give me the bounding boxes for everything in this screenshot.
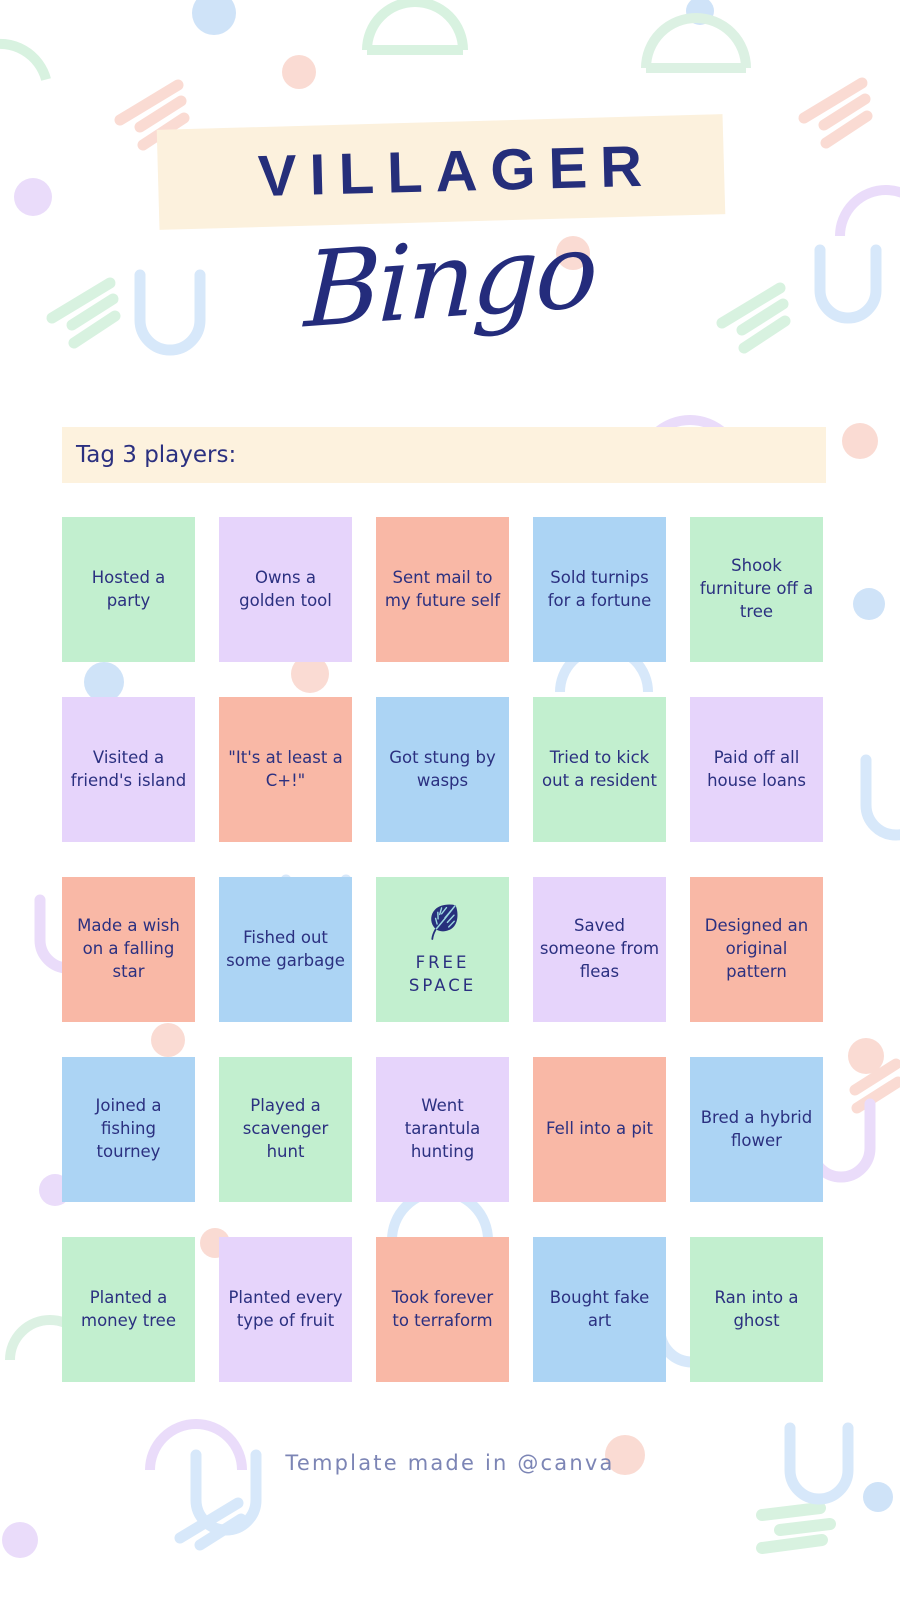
bingo-cell[interactable]: Played a scavenger hunt: [219, 1057, 352, 1202]
bingo-cell[interactable]: Saved someone from fleas: [533, 877, 666, 1022]
bingo-cell-label: Took forever to terraform: [391, 1287, 494, 1330]
bingo-cell-label: Shook furniture off a tree: [699, 556, 814, 621]
bingo-cell-label: Planted every type of fruit: [228, 1287, 343, 1330]
bingo-card-page: VILLAGER Bingo Tag 3 players: Hosted a p…: [0, 0, 900, 1600]
bingo-cell-label: Ran into a ghost: [714, 1287, 799, 1330]
bingo-cell-label: Bred a hybrid flower: [700, 1107, 813, 1150]
footer-credit: Template made in @canva: [285, 1451, 615, 1475]
bingo-cell-label: Made a wish on a falling star: [77, 916, 180, 981]
bingo-cell[interactable]: Bought fake art: [533, 1237, 666, 1382]
bingo-cell-label: Visited a friend's island: [70, 747, 187, 790]
bingo-cell-label: Sent mail to my future self: [384, 567, 501, 610]
bingo-cell-label: Hosted a party: [91, 567, 166, 610]
bingo-cell[interactable]: Made a wish on a falling star: [62, 877, 195, 1022]
bingo-cell[interactable]: Fell into a pit: [533, 1057, 666, 1202]
bingo-cell-label: Fell into a pit: [546, 1119, 653, 1139]
bingo-cell[interactable]: Tried to kick out a resident: [533, 697, 666, 842]
bingo-cell[interactable]: Designed an original pattern: [690, 877, 823, 1022]
bingo-cell[interactable]: Planted a money tree: [62, 1237, 195, 1382]
bingo-cell[interactable]: Went tarantula hunting: [376, 1057, 509, 1202]
bingo-cell[interactable]: Joined a fishing tourney: [62, 1057, 195, 1202]
tag-players-banner: Tag 3 players:: [62, 427, 826, 483]
bingo-cell-label: Bought fake art: [549, 1287, 650, 1330]
page-title: VILLAGER: [257, 133, 656, 210]
bingo-cell[interactable]: Got stung by wasps: [376, 697, 509, 842]
bingo-cell-label: Saved someone from fleas: [539, 916, 660, 981]
bingo-cell[interactable]: Took forever to terraform: [376, 1237, 509, 1382]
bingo-cell[interactable]: Paid off all house loans: [690, 697, 823, 842]
bingo-cell[interactable]: Hosted a party: [62, 517, 195, 662]
bingo-cell-label: Owns a golden tool: [239, 567, 332, 610]
bingo-cell-label: Sold turnips for a fortune: [547, 567, 652, 610]
bingo-cell[interactable]: Fished out some garbage: [219, 877, 352, 1022]
bingo-cell-label: Designed an original pattern: [704, 916, 809, 981]
page-subtitle-script: Bingo: [302, 208, 598, 352]
bingo-cell[interactable]: Owns a golden tool: [219, 517, 352, 662]
bingo-cell[interactable]: Sold turnips for a fortune: [533, 517, 666, 662]
bingo-cell[interactable]: Planted every type of fruit: [219, 1237, 352, 1382]
bingo-grid: Hosted a party Owns a golden tool Sent mai…: [62, 517, 826, 1382]
bingo-cell-label: "It's at least a C+!": [228, 747, 343, 790]
bingo-cell[interactable]: "It's at least a C+!": [219, 697, 352, 842]
bingo-cell-label: Went tarantula hunting: [404, 1096, 481, 1161]
bingo-cell[interactable]: Ran into a ghost: [690, 1237, 823, 1382]
bingo-cell-label: Played a scavenger hunt: [242, 1096, 329, 1161]
bingo-cell[interactable]: Visited a friend's island: [62, 697, 195, 842]
bingo-cell[interactable]: Shook furniture off a tree: [690, 517, 823, 662]
bingo-cell[interactable]: Sent mail to my future self: [376, 517, 509, 662]
bingo-cell-free-space[interactable]: FREE SPACE: [376, 877, 509, 1022]
bingo-cell-label: Fished out some garbage: [226, 927, 345, 970]
bingo-cell-label: Got stung by wasps: [389, 747, 496, 790]
bingo-cell[interactable]: Bred a hybrid flower: [690, 1057, 823, 1202]
leaf-icon: [426, 902, 460, 941]
free-space-label: FREE SPACE: [408, 953, 477, 995]
bingo-cell-label: Planted a money tree: [81, 1287, 176, 1330]
bingo-cell-label: Paid off all house loans: [707, 747, 806, 790]
bingo-cell-label: Tried to kick out a resident: [542, 747, 657, 790]
tag-players-label: Tag 3 players:: [76, 442, 237, 468]
bingo-cell-label: Joined a fishing tourney: [95, 1096, 162, 1161]
